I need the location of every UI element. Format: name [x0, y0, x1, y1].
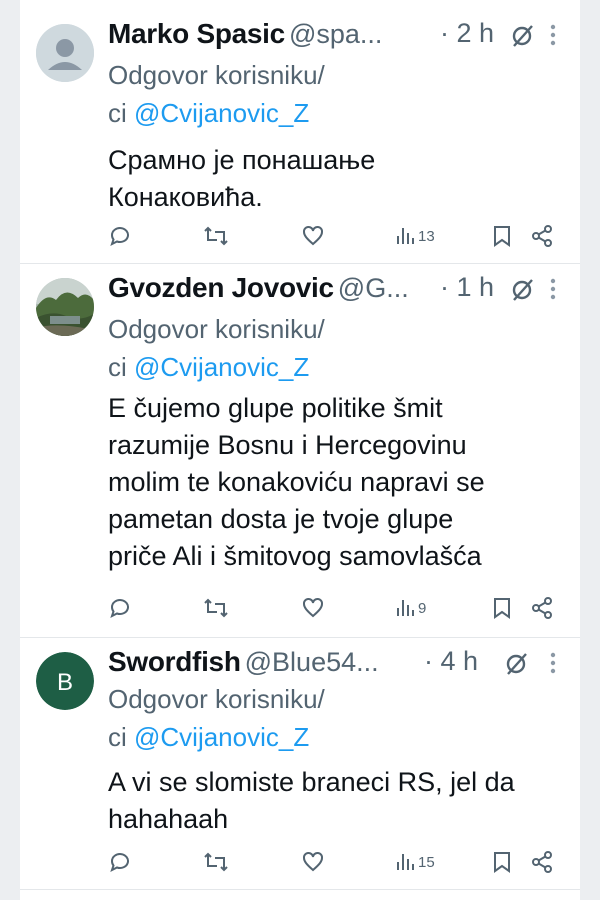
tweet-header: Swordfish @Blue54... · 4 h: [108, 646, 570, 682]
bookmark-icon: [494, 852, 510, 873]
views-chart-icon: [397, 600, 414, 616]
bookmark-icon: [494, 598, 510, 619]
like-button[interactable]: [301, 596, 325, 620]
share-icon: [532, 597, 552, 619]
user-handle[interactable]: @spa...: [289, 19, 382, 49]
more-options-icon[interactable]: [550, 24, 556, 51]
share-icon: [532, 225, 552, 247]
tweet-text-line: molim te konakoviću napravi se: [108, 467, 485, 497]
tweet[interactable]: B Swordfish @Blue54... · 4 h Odgovor kori…: [20, 638, 580, 890]
reply-context: Odgovor korisniku/ ci @Cvijanovic_Z: [108, 680, 408, 756]
more-options-icon[interactable]: [550, 652, 556, 679]
share-button[interactable]: [530, 596, 554, 620]
grok-icon[interactable]: [510, 276, 536, 307]
action-bar: 13: [20, 224, 580, 254]
view-count: 9: [418, 599, 427, 617]
reply-prefix: Odgovor korisniku/: [108, 684, 325, 714]
share-button[interactable]: [530, 224, 554, 248]
display-name[interactable]: Gvozden Jovovic: [108, 272, 334, 303]
bookmark-button[interactable]: [492, 850, 512, 874]
view-count: 15: [418, 853, 435, 871]
retweet-icon: [204, 598, 228, 618]
reply-prefix-continued: ci: [108, 98, 134, 128]
reply-context: Odgovor korisniku/ ci @Cvijanovic_Z: [108, 310, 408, 386]
reply-icon: [110, 599, 129, 618]
user-handle[interactable]: @Blue54...: [245, 647, 379, 677]
reply-button[interactable]: [108, 224, 132, 248]
action-bar: 9: [20, 596, 580, 626]
retweet-button[interactable]: [203, 596, 229, 620]
mention-link[interactable]: @Cvijanovic_Z: [134, 722, 309, 752]
avatar[interactable]: B: [36, 652, 94, 710]
tweet[interactable]: Marko Spasic @spa... · 2 h Odgovor korisn…: [20, 0, 580, 264]
tweet-header: Gvozden Jovovic @G... · 1 h: [108, 272, 570, 308]
heart-icon: [303, 597, 323, 618]
tweet-text-line: E čujemo glupe politike šmit: [108, 393, 443, 423]
letter-avatar: B: [36, 652, 94, 710]
tweet-text: A vi se slomiste braneci RS, jel da haha…: [108, 764, 568, 838]
user-handle[interactable]: @G...: [338, 273, 409, 303]
heart-icon: [303, 851, 323, 872]
like-button[interactable]: [301, 850, 325, 874]
tweet-text-line: Конаковића.: [108, 182, 263, 212]
display-name[interactable]: Marko Spasic: [108, 18, 285, 49]
views-button[interactable]: 15: [396, 850, 435, 874]
tweet-header: Marko Spasic @spa... · 2 h: [108, 18, 570, 54]
reply-icon: [110, 227, 129, 246]
grok-icon[interactable]: [504, 650, 530, 681]
tweet-text-line: Срамно је понашање: [108, 145, 376, 175]
retweet-icon: [204, 226, 228, 246]
share-button[interactable]: [530, 850, 554, 874]
tweet-text: Срамно је понашање Конаковића.: [108, 142, 568, 216]
tweet-feed: Marko Spasic @spa... · 2 h Odgovor korisn…: [20, 0, 580, 900]
reply-prefix-continued: ci: [108, 722, 134, 752]
views-button[interactable]: 13: [396, 224, 435, 248]
reply-button[interactable]: [108, 596, 132, 620]
default-avatar-icon: [36, 24, 94, 82]
tweet-text-line: A vi se slomiste braneci RS, jel da: [108, 767, 515, 797]
tweet-text: E čujemo glupe politike šmit razumije Bo…: [108, 390, 568, 575]
mention-link[interactable]: @Cvijanovic_Z: [134, 352, 309, 382]
tweet-time[interactable]: · 2 h: [440, 18, 494, 49]
view-count: 13: [418, 227, 435, 245]
reply-prefix-continued: ci: [108, 352, 134, 382]
tweet-time[interactable]: · 1 h: [440, 272, 494, 303]
tweet-text-line: razumije Bosnu i Hercegovinu: [108, 430, 467, 460]
reply-context: Odgovor korisniku/ ci @Cvijanovic_Z: [108, 56, 408, 132]
bookmark-button[interactable]: [492, 596, 512, 620]
tweet-text-line: hahahaah: [108, 804, 229, 834]
bookmark-icon: [494, 226, 510, 247]
share-icon: [532, 851, 552, 873]
action-bar: 15: [20, 850, 580, 880]
reply-prefix: Odgovor korisniku/: [108, 314, 325, 344]
avatar-letter: B: [57, 669, 73, 696]
tweet-text-line: pametan dosta je tvoje glupe: [108, 504, 454, 534]
tweet-text-line: priče Ali i šmitovog samovlašća: [108, 541, 482, 571]
landscape-photo-avatar: [36, 278, 94, 336]
like-button[interactable]: [301, 224, 325, 248]
reply-button[interactable]: [108, 850, 132, 874]
grok-icon[interactable]: [510, 22, 536, 53]
reply-prefix: Odgovor korisniku/: [108, 60, 325, 90]
retweet-icon: [204, 852, 228, 872]
avatar[interactable]: [36, 24, 94, 82]
retweet-button[interactable]: [203, 850, 229, 874]
avatar[interactable]: [36, 278, 94, 336]
views-chart-icon: [397, 854, 414, 870]
bookmark-button[interactable]: [492, 224, 512, 248]
display-name[interactable]: Swordfish: [108, 646, 241, 677]
reply-icon: [110, 853, 129, 872]
more-options-icon[interactable]: [550, 278, 556, 305]
tweet[interactable]: Gvozden Jovovic @G... · 1 h Odgovor koris…: [20, 264, 580, 638]
mention-link[interactable]: @Cvijanovic_Z: [134, 98, 309, 128]
tweet-time[interactable]: · 4 h: [424, 646, 478, 677]
heart-icon: [303, 225, 323, 246]
retweet-button[interactable]: [203, 224, 229, 248]
views-chart-icon: [397, 228, 414, 244]
views-button[interactable]: 9: [396, 596, 426, 620]
